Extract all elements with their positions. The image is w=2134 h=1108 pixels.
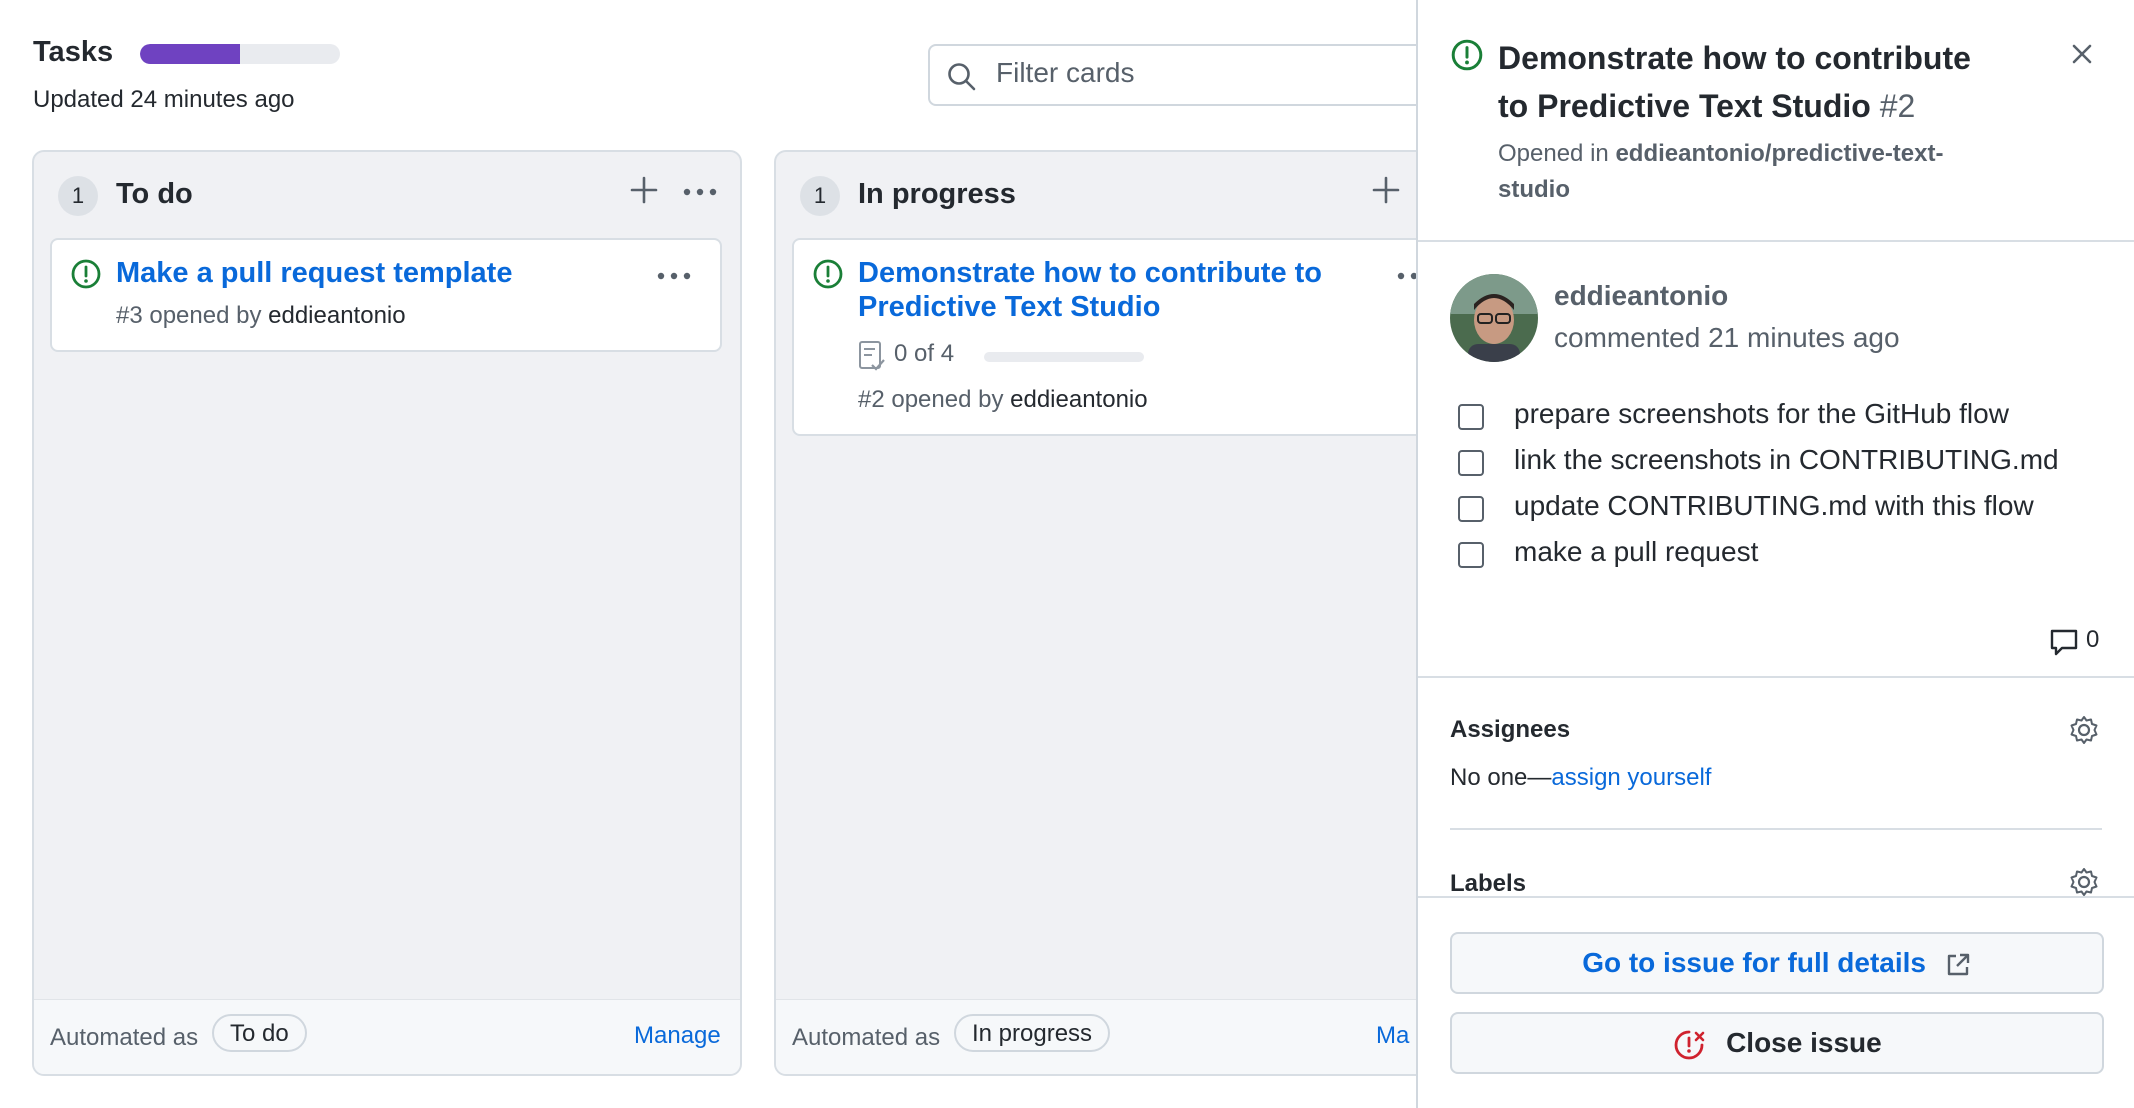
- close-icon[interactable]: [2068, 40, 2096, 68]
- column-name: In progress: [858, 178, 1016, 210]
- project-title: Tasks: [33, 36, 114, 68]
- comment-time: commented 21 minutes ago: [1554, 322, 1900, 353]
- add-card-icon[interactable]: [626, 172, 662, 208]
- task-progress-text: 0 of 4: [894, 340, 955, 367]
- comment-count-value: 0: [2086, 626, 2100, 653]
- go-to-issue-label: Go to issue for full details: [1582, 947, 1927, 978]
- issue-opened-icon: [71, 259, 101, 289]
- task-item-label: prepare screenshots for the GitHub flow: [1514, 398, 2009, 429]
- card-author-link[interactable]: eddieantonio: [268, 302, 405, 329]
- card-author-link[interactable]: eddieantonio: [1010, 386, 1147, 413]
- issue-title: Demonstrate how to contribute to Predict…: [1498, 34, 2018, 130]
- comment-count[interactable]: 0: [2048, 626, 2108, 658]
- column-in-progress: 1 In progress Demonstrate how to contrib…: [774, 150, 1484, 1076]
- column-card-count: 1: [58, 176, 98, 216]
- comment-icon: [2050, 629, 2078, 656]
- card-meta-prefix: #2 opened by: [858, 386, 1004, 413]
- card-title-link[interactable]: Demonstrate how to contribute to Predict…: [858, 256, 1322, 324]
- column-card-count: 1: [800, 176, 840, 216]
- issue-opened-icon: [1451, 39, 1483, 71]
- go-to-issue-button[interactable]: Go to issue for full details: [1450, 932, 2104, 994]
- automation-preset-badge: To do: [212, 1014, 307, 1052]
- add-card-icon[interactable]: [1368, 172, 1404, 208]
- card-title-line: Demonstrate how to contribute to: [858, 257, 1322, 289]
- column-footer: Automated as To do Manage: [34, 999, 740, 1074]
- column-name: To do: [116, 178, 193, 210]
- avatar-image: [1450, 274, 1538, 362]
- filter-cards-input[interactable]: [994, 56, 1418, 90]
- assignees-heading: Assignees: [1450, 716, 1571, 743]
- task-item-label: make a pull request: [1514, 536, 1759, 567]
- gear-icon[interactable]: [2068, 714, 2100, 746]
- task-progress-bar: [984, 352, 1144, 362]
- task-checkbox[interactable]: [1458, 496, 1484, 522]
- close-issue-label: Close issue: [1726, 1027, 1882, 1058]
- panel-footer: Go to issue for full details Close issue: [1418, 896, 2134, 1108]
- project-progress-bar: [140, 44, 340, 64]
- project-updated-time: Updated 24 minutes ago: [33, 86, 295, 113]
- column-menu-icon[interactable]: [682, 186, 718, 198]
- assignees-value: No one—assign yourself: [1450, 764, 1711, 792]
- divider: [1418, 240, 2134, 242]
- assign-yourself-link[interactable]: assign yourself: [1551, 764, 1711, 791]
- avatar[interactable]: [1450, 274, 1538, 362]
- automation-preset-badge: In progress: [954, 1014, 1111, 1052]
- card-title-link[interactable]: Make a pull request template: [116, 256, 512, 290]
- task-item-label: update CONTRIBUTING.md with this flow: [1514, 490, 2034, 521]
- opened-in-label: Opened in: [1498, 140, 1609, 167]
- gear-icon[interactable]: [2068, 866, 2100, 898]
- column-to-do: 1 To do Make a pull request template #3 …: [32, 150, 742, 1076]
- project-progress-fill: [140, 44, 240, 64]
- divider: [1450, 828, 2102, 830]
- issue-opened-icon: [813, 259, 843, 289]
- issue-card[interactable]: Make a pull request template #3 opened b…: [50, 238, 722, 352]
- card-meta: #3 opened by eddieantonio: [116, 302, 406, 330]
- manage-automation-link[interactable]: Manage: [634, 1022, 721, 1050]
- automated-as-label: Automated as: [50, 1024, 199, 1051]
- card-menu-icon[interactable]: [656, 270, 692, 282]
- commenter-name[interactable]: eddieantonio: [1554, 280, 1728, 312]
- task-list-icon: [859, 341, 885, 371]
- issue-repo-info: Opened in eddieantonio/predictive-text- …: [1498, 136, 2018, 208]
- manage-automation-link[interactable]: Ma: [1376, 1022, 1409, 1050]
- repo-link-continued[interactable]: studio: [1498, 176, 1570, 203]
- column-footer: Automated as In progress Ma: [776, 999, 1482, 1074]
- issue-detail-panel: Demonstrate how to contribute to Predict…: [1416, 0, 2134, 1108]
- card-meta-prefix: #3 opened by: [116, 302, 262, 329]
- labels-heading: Labels: [1450, 870, 1527, 897]
- issue-title-line: Demonstrate how to contribute: [1498, 40, 1971, 76]
- close-issue-button[interactable]: Close issue: [1450, 1012, 2104, 1074]
- task-item-label: link the screenshots in CONTRIBUTING.md: [1514, 444, 2059, 475]
- card-meta: #2 opened by eddieantonio: [858, 386, 1148, 414]
- no-assignee-text: No one—: [1450, 764, 1552, 791]
- issue-card[interactable]: Demonstrate how to contribute to Predict…: [792, 238, 1464, 436]
- issue-closed-icon: [1674, 1030, 1705, 1060]
- task-checkbox[interactable]: [1458, 542, 1484, 568]
- divider: [1418, 676, 2134, 678]
- filter-cards-field[interactable]: [928, 44, 1488, 106]
- task-checkbox[interactable]: [1458, 404, 1484, 430]
- search-icon: [948, 63, 976, 91]
- task-checkbox[interactable]: [1458, 450, 1484, 476]
- repo-link[interactable]: eddieantonio/predictive-text-: [1615, 140, 1943, 167]
- card-title-line: Predictive Text Studio: [858, 291, 1161, 323]
- issue-number: #2: [1879, 88, 1916, 124]
- external-link-icon: [1947, 953, 1969, 975]
- issue-title-line: to Predictive Text Studio: [1498, 88, 1871, 124]
- automated-as-label: Automated as: [792, 1024, 941, 1051]
